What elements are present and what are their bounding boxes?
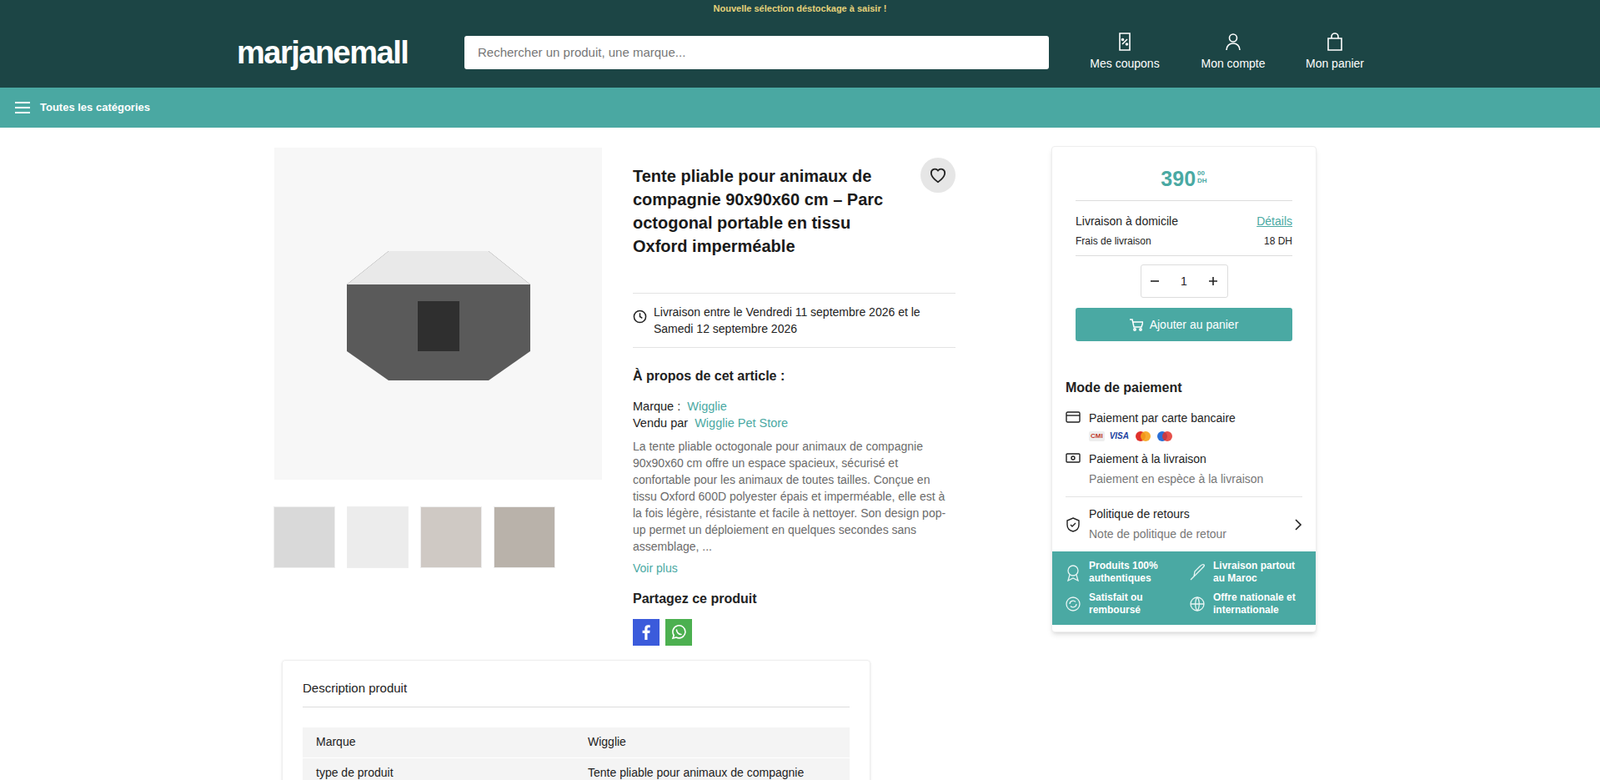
shield-icon [1065,516,1081,532]
gallery [274,145,602,567]
banner-text[interactable]: Nouvelle sélection déstockage à saisir ! [713,1,888,16]
mastercard-icon [1133,430,1153,442]
cash-payment: Paiement à la livraison Paiement en espè… [1065,450,1303,488]
details-link[interactable]: Détails [1256,212,1293,231]
guarantee-item: Livraison partout au Maroc [1188,559,1305,585]
globe-icon [1188,594,1207,613]
whatsapp-share[interactable] [665,618,693,646]
product-image[interactable] [274,147,602,480]
returns-policy[interactable]: Politique de retours Note de politique d… [1065,496,1303,552]
clock-icon [632,309,648,324]
cod-title: Paiement à la livraison [1088,450,1264,468]
product-title: Tente pliable pour animaux de compagnie … [632,164,900,258]
thumbnail[interactable] [494,506,555,567]
coupons-link[interactable]: Mes coupons [1078,31,1171,73]
add-to-cart-button[interactable]: Ajouter au panier [1075,307,1293,342]
currency: DH [1197,176,1208,185]
short-description: La tente pliable octogonale pour animaux… [632,437,956,555]
bag-icon [1325,31,1345,52]
about-heading: À propos de cet article : [632,366,956,387]
card-payment-title: Paiement par carte bancaire [1088,409,1236,427]
thumbnail[interactable] [347,506,408,567]
all-categories[interactable]: Toutes les catégories [40,99,151,116]
spec-value: Tente pliable pour animaux de compagnie [574,763,818,780]
product-info: Tente pliable pour animaux de compagnie … [632,145,956,646]
category-bar: Toutes les catégories [0,87,1600,128]
search-input[interactable] [464,35,1049,70]
price-cents: 00 [1197,169,1208,177]
minus-icon[interactable] [1149,275,1160,286]
spec-label: Marque [302,732,575,751]
delivery-title: Livraison à domicile [1075,212,1179,231]
description-card: Description produit Marque Wigglie type … [281,659,871,780]
brand-link[interactable]: Wigglie [687,399,728,413]
description-heading: Description produit [302,678,850,708]
guarantee-item: Offre nationale et internationale [1188,591,1305,617]
favorite-button[interactable] [920,157,956,193]
fee-label: Frais de livraison [1075,233,1152,249]
badge-icon [1063,562,1083,582]
guarantee-text: Satisfait ou remboursé [1088,591,1180,617]
spec-row: type de produit Tente pliable pour anima… [302,757,850,780]
add-to-cart-label[interactable]: Ajouter au panier [1149,315,1239,334]
cmi-logo: CMI [1088,431,1105,442]
spec-label: type de produit [302,763,575,780]
share-heading: Partagez ce produit [632,588,956,609]
promo-banner: Nouvelle sélection déstockage à saisir ! [0,0,1600,17]
facebook-share[interactable] [632,618,660,646]
account-link[interactable]: Mon compte [1187,31,1279,73]
tent-picture-icon [338,242,539,385]
delivery-text: Livraison entre le Vendredi 11 septembre… [653,303,956,337]
cash-icon [1065,451,1081,464]
guarantee-text: Offre nationale et internationale [1213,591,1305,617]
guarantees-panel: Produits 100% authentiques Livraison par… [1052,551,1316,625]
spec-row: Marque Wigglie [302,727,850,758]
seller-link[interactable]: Wigglie Pet Store [694,416,788,430]
facebook-icon [642,624,651,640]
guarantee-item: Produits 100% authentiques [1063,559,1180,585]
quantity-value[interactable]: 1 [1180,272,1188,291]
logo[interactable]: marjanemall [236,36,425,69]
buy-box: 390 00 DH Livraison à domicile Détails F… [1051,145,1317,632]
heart-icon [928,166,948,184]
coupon-icon [1115,31,1134,52]
card-payment: Paiement par carte bancaire CMI VISA [1065,409,1303,442]
user-icon [1223,31,1243,52]
header: marjanemall Mes coupons Mon compte Mon p… [0,16,1600,88]
account-label[interactable]: Mon compte [1200,55,1265,73]
price: 390 [1160,166,1196,191]
thumbnail[interactable] [421,506,482,567]
thumbnail[interactable] [274,506,335,567]
chevron-right-icon [1294,518,1303,531]
feather-icon [1188,562,1207,582]
delivery-estimate: Livraison entre le Vendredi 11 septembre… [632,292,956,348]
cod-subtitle: Paiement en espèce à la livraison [1088,470,1264,488]
seller-label: Vendu par [632,416,688,430]
visa-logo: VISA [1108,431,1131,442]
refresh-icon [1063,594,1083,613]
returns-title: Politique de retours [1088,505,1286,523]
plus-icon[interactable] [1208,275,1219,286]
see-more-link[interactable]: Voir plus [632,559,956,577]
cart-link[interactable]: Mon panier [1289,31,1381,73]
spec-value: Wigglie [574,732,640,751]
guarantee-item: Satisfait ou remboursé [1063,591,1180,617]
guarantee-text: Produits 100% authentiques [1088,559,1180,585]
guarantee-text: Livraison partout au Maroc [1213,559,1305,585]
maestro-icon [1155,430,1174,442]
brand-label: Marque : [632,399,681,413]
menu-icon[interactable] [15,101,31,114]
coupons-label[interactable]: Mes coupons [1089,55,1159,73]
credit-card-icon [1065,411,1081,423]
quantity-stepper: 1 [1140,264,1229,298]
whatsapp-icon [670,623,688,641]
payment-heading: Mode de paiement [1065,377,1303,398]
returns-subtitle: Note de politique de retour [1088,525,1286,543]
cart-icon [1129,318,1144,332]
fee-value: 18 DH [1263,233,1293,249]
cart-label[interactable]: Mon panier [1305,55,1365,73]
